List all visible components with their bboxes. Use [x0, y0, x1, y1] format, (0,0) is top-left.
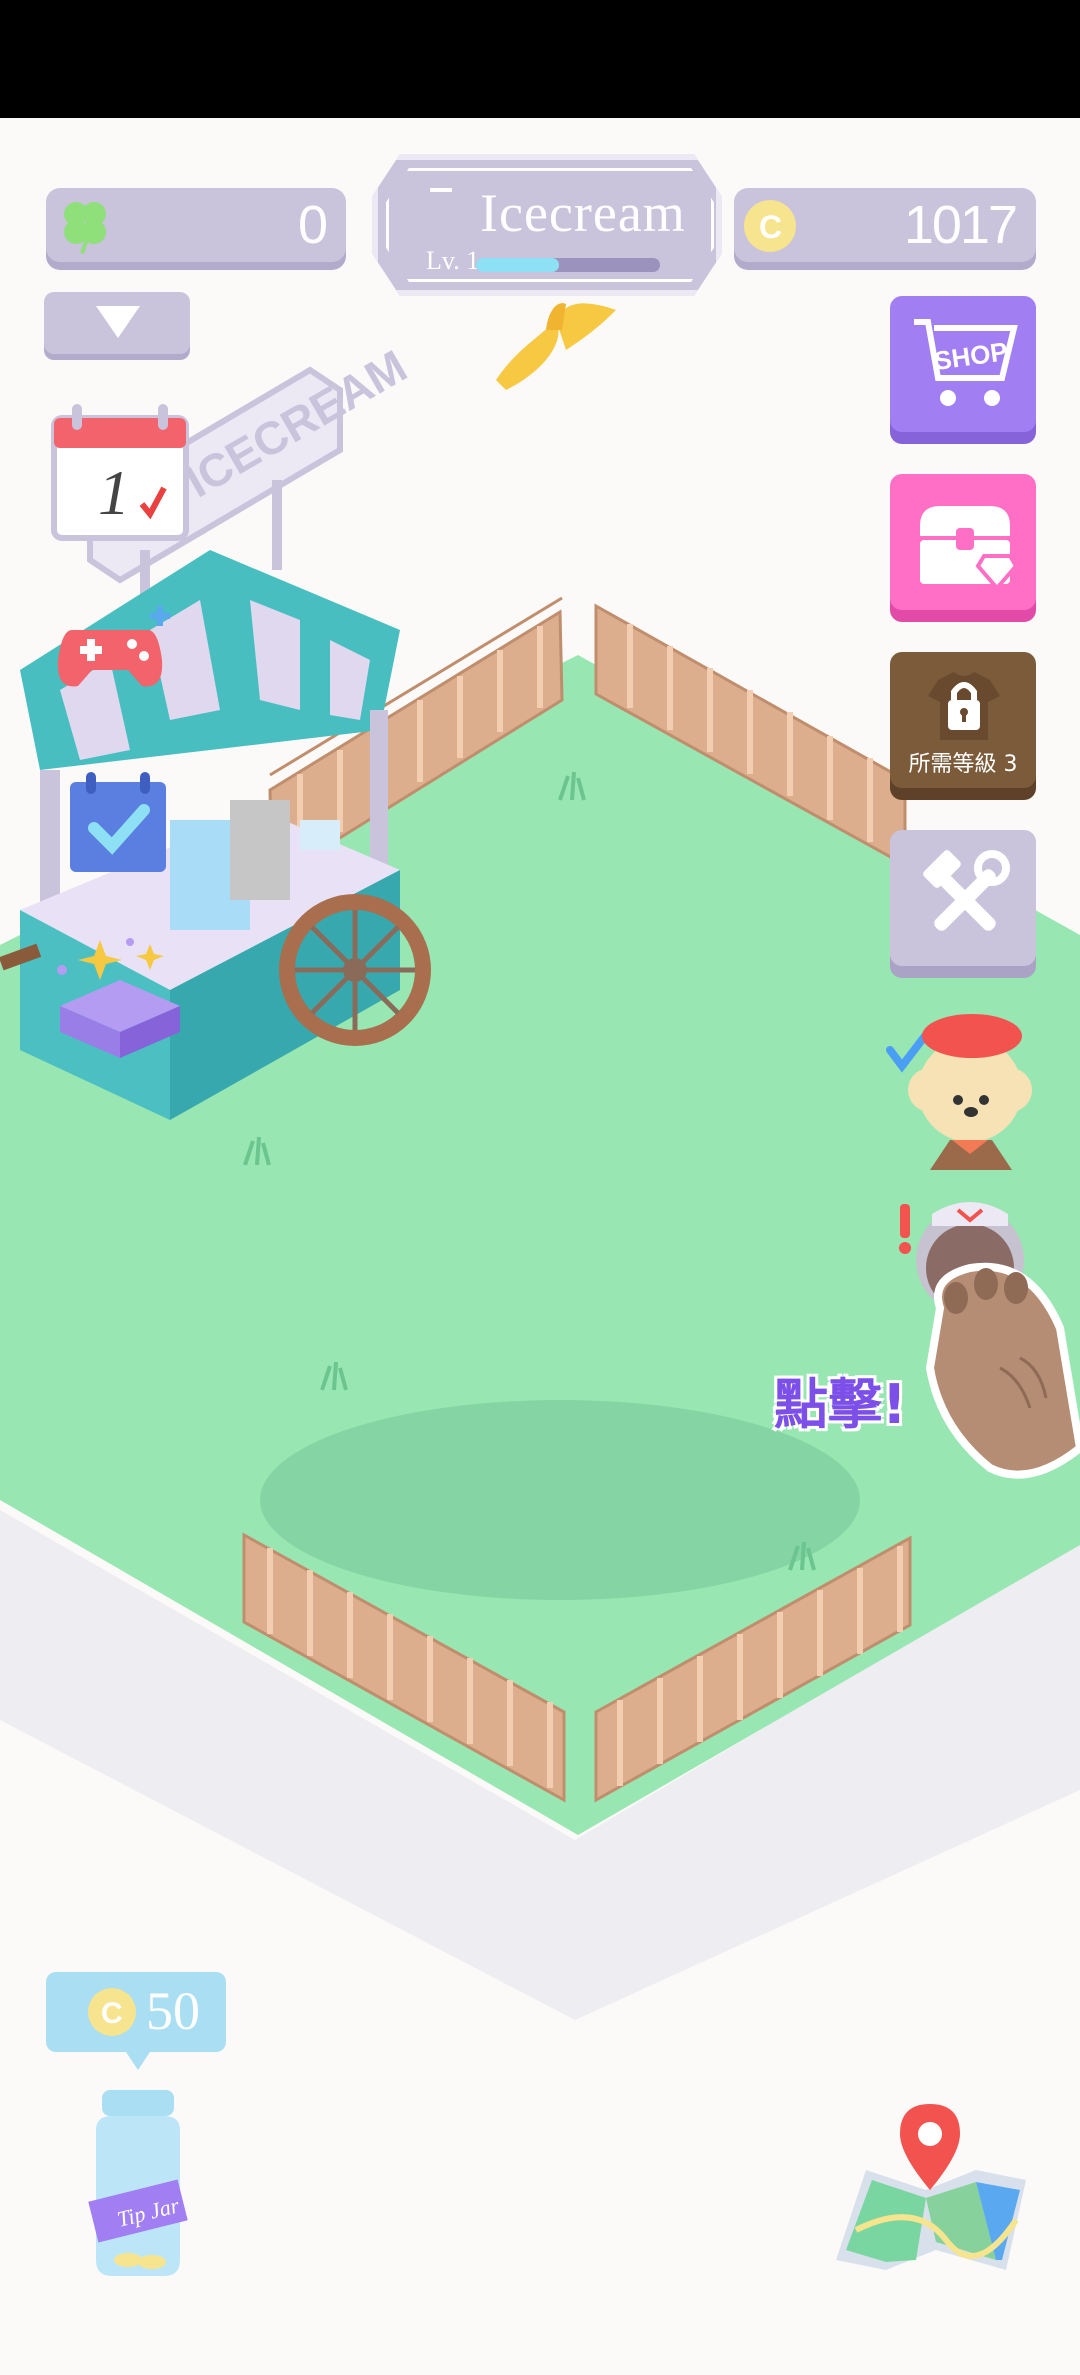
build-tools-button[interactable] [890, 830, 1036, 966]
locked-feature-button[interactable]: 所需等級 3 [890, 652, 1036, 788]
poodle-customer-icon[interactable] [880, 1000, 1050, 1180]
calendar-icon[interactable]: 1 [50, 404, 190, 544]
locked-shirt-icon [928, 672, 1000, 740]
tip-bubble[interactable]: C 50 [46, 1972, 226, 2070]
click-hint: 點擊! [774, 1373, 907, 1436]
stand-sign-text: ICECREAM [177, 340, 415, 508]
paw-pointer-icon [925, 1262, 1080, 1479]
calendar-day: 1 [98, 457, 130, 528]
xp-bar [476, 258, 660, 272]
coin-count: 1017 [903, 195, 1018, 255]
gamepad-icon[interactable] [52, 600, 182, 700]
svg-text:C: C [101, 1997, 123, 2030]
map-icon[interactable] [826, 2090, 1030, 2280]
treasure-button[interactable] [890, 474, 1036, 610]
coin-counter: C 1017 [734, 188, 1036, 262]
clover-counter: 0 [46, 188, 346, 262]
locked-label: 所需等級 3 [908, 752, 1018, 777]
shop-label: SHOP [932, 336, 1009, 376]
tools-icon [923, 850, 1010, 931]
shop-cart-icon: SHOP [914, 319, 1018, 406]
banana-peel-icon[interactable] [486, 290, 630, 400]
coin-icon: C [744, 200, 796, 252]
tip-amount: 50 [146, 1981, 200, 2041]
tip-coin-icon: C [88, 1988, 136, 2036]
clover-count: 0 [297, 195, 328, 255]
clover-icon [64, 202, 106, 254]
xp-bar-fill [476, 258, 559, 272]
mystery-box-icon[interactable] [50, 930, 190, 1060]
shop-title: Icecream [480, 183, 686, 243]
checklist-icon[interactable] [66, 772, 170, 876]
title-dash [430, 188, 452, 192]
dropdown-toggle[interactable] [44, 292, 190, 354]
svg-text:C: C [759, 209, 782, 245]
level-label: Lv. 1 [426, 246, 480, 275]
treasure-chest-icon [920, 506, 1019, 592]
tip-jar-icon[interactable]: Tip Jar [82, 2090, 194, 2280]
shop-button[interactable]: SHOP [890, 296, 1036, 432]
